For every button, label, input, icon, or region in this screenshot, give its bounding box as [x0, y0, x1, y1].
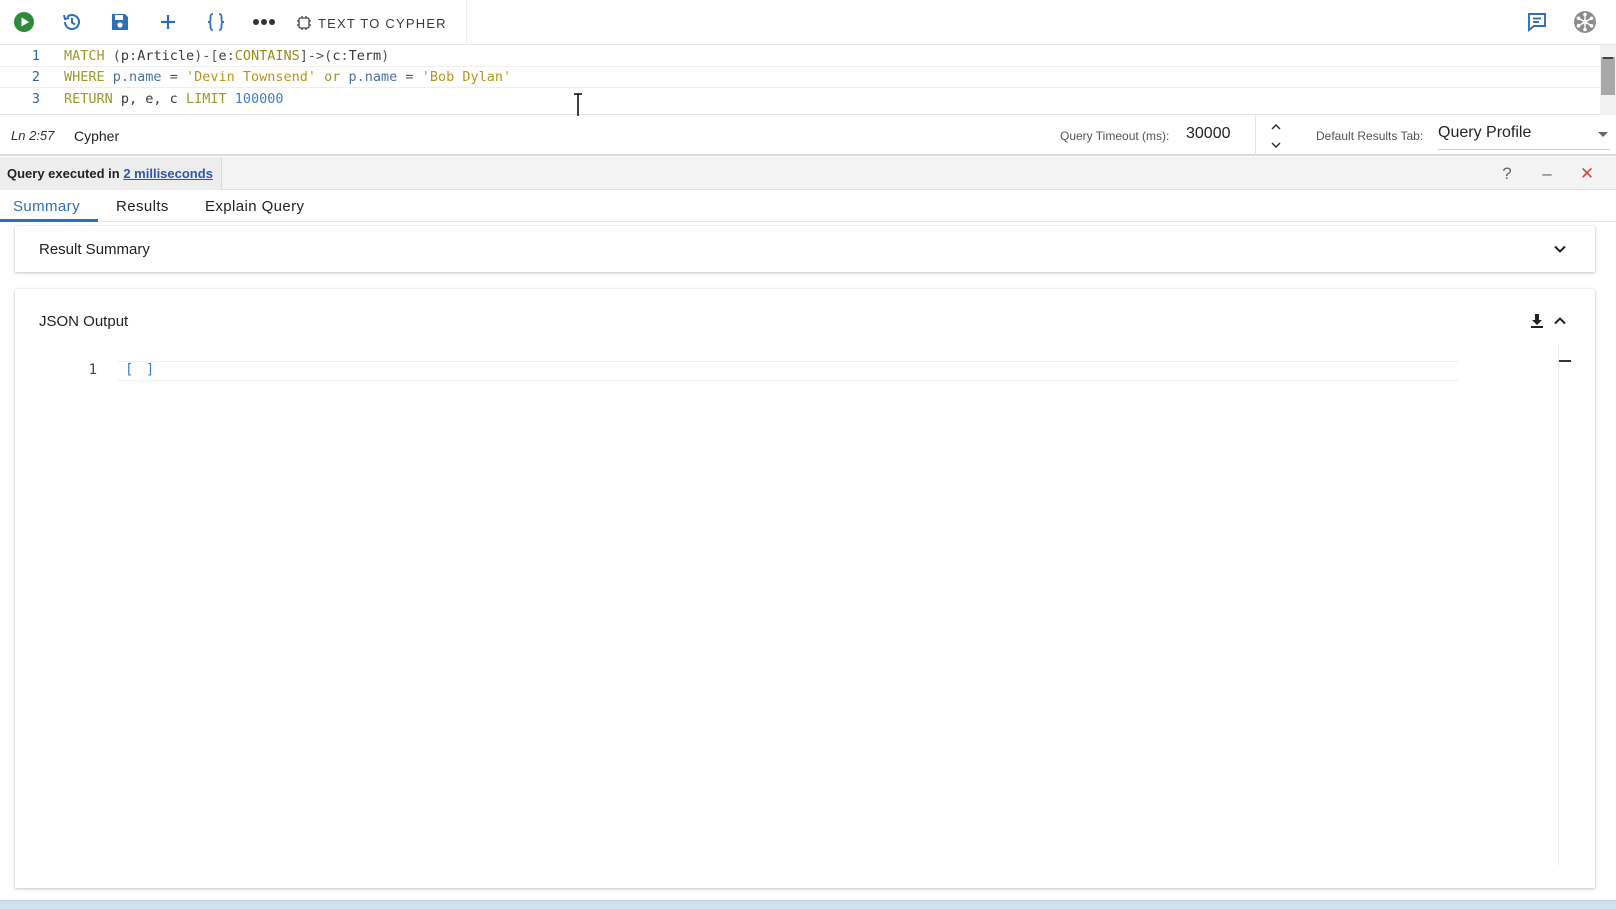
result-summary-title: Result Summary: [39, 241, 150, 258]
dropdown-caret-icon: [1598, 132, 1608, 137]
bottom-taskbar-strip: [0, 900, 1616, 909]
chevron-up-icon[interactable]: [1552, 313, 1568, 329]
toolbar-divider: [466, 0, 467, 45]
play-icon: [14, 12, 34, 32]
default-results-tab-label: Default Results Tab:: [1316, 129, 1424, 143]
editor-scrollbar-thumb[interactable]: [1601, 57, 1615, 95]
query-timeout-label: Query Timeout (ms):: [1060, 129, 1170, 143]
tab-results[interactable]: Results: [116, 190, 169, 222]
timeout-stepper: [1255, 116, 1295, 156]
help-icon: ?: [1502, 164, 1512, 183]
ai-chip-icon: [297, 16, 311, 30]
language-mode: Cypher: [74, 128, 120, 144]
editor-line-active: 2 WHERE p.name = 'Devin Townsend' or p.n…: [0, 66, 1600, 88]
editor-status-bar: Ln 2:57 Cypher Query Timeout (ms): 30000…: [0, 116, 1616, 156]
toolbar: TEXT TO CYPHER: [0, 0, 1616, 45]
timeout-decrement-button[interactable]: [1269, 138, 1283, 152]
results-tabs: Summary Results Explain Query: [0, 190, 1616, 222]
code-line-2: WHERE p.name = 'Devin Townsend' or p.nam…: [64, 69, 512, 85]
graph-settings-button[interactable]: [1572, 9, 1598, 35]
tab-summary[interactable]: Summary: [13, 190, 80, 222]
line-number: 3: [31, 91, 40, 107]
chevron-up-icon: [1271, 124, 1281, 130]
query-timeout-input[interactable]: 30000: [1186, 125, 1231, 143]
execution-info: Query executed in 2 milliseconds: [0, 157, 222, 190]
line-number: 2: [31, 69, 40, 85]
default-results-tab-value: Query Profile: [1438, 124, 1532, 141]
help-button[interactable]: ?: [1497, 164, 1517, 184]
tab-results-label: Results: [116, 197, 169, 215]
tab-summary-label: Summary: [13, 197, 80, 215]
more-horizontal-icon: [253, 19, 275, 25]
json-active-line: [118, 361, 1458, 381]
results-header: Query executed in 2 milliseconds ? – ✕: [0, 157, 1616, 190]
execution-info-label: Query executed in: [7, 166, 124, 181]
text-to-cypher-button[interactable]: TEXT TO CYPHER: [296, 12, 447, 34]
code-line-3: RETURN p, e, c LIMIT 100000: [64, 91, 284, 107]
cursor-position: Ln 2:57: [11, 128, 55, 143]
cursor-position-marker: [1603, 57, 1613, 59]
close-icon: ✕: [1579, 164, 1595, 183]
line-number: 1: [31, 48, 40, 64]
chat-message-icon: [1528, 13, 1546, 32]
minimize-button[interactable]: –: [1537, 164, 1557, 184]
curly-braces-icon: [207, 13, 225, 31]
query-editor[interactable]: 1 MATCH (p:Article)-[e:CONTAINS]->(c:Ter…: [0, 45, 1616, 115]
new-query-button[interactable]: [155, 9, 181, 35]
timeout-increment-button[interactable]: [1269, 120, 1283, 134]
save-button[interactable]: [107, 9, 133, 35]
text-to-cypher-label: TEXT TO CYPHER: [318, 15, 447, 31]
chevron-down-icon[interactable]: [1552, 241, 1568, 257]
run-query-button[interactable]: [11, 9, 37, 35]
history-button[interactable]: [59, 9, 85, 35]
more-options-button[interactable]: [251, 9, 277, 35]
download-icon[interactable]: [1529, 313, 1545, 329]
default-results-tab-select[interactable]: Query Profile: [1438, 122, 1610, 150]
result-summary-panel[interactable]: Result Summary: [15, 226, 1595, 272]
json-content: [ ]: [125, 362, 157, 378]
editor-line: 3 RETURN p, e, c LIMIT 100000: [0, 88, 1600, 110]
json-output-panel: JSON Output 1 [ ]: [15, 289, 1595, 888]
json-line-number: 1: [88, 362, 97, 378]
json-scroll-marker: [1559, 360, 1571, 362]
execution-time-link[interactable]: 2 milliseconds: [123, 166, 213, 181]
code-line-1: MATCH (p:Article)-[e:CONTAINS]->(c:Term): [64, 48, 390, 64]
parameters-button[interactable]: [203, 9, 229, 35]
minimize-icon: –: [1542, 164, 1552, 183]
tab-explain-query-label: Explain Query: [205, 197, 305, 215]
close-button[interactable]: ✕: [1577, 164, 1597, 184]
editor-line: 1 MATCH (p:Article)-[e:CONTAINS]->(c:Ter…: [0, 45, 1600, 67]
feedback-button[interactable]: [1524, 9, 1550, 35]
graph-network-icon: [1574, 11, 1596, 33]
json-scrollbar[interactable]: [1558, 345, 1559, 865]
plus-icon: [161, 15, 175, 29]
tab-explain-query[interactable]: Explain Query: [205, 190, 304, 222]
save-icon: [112, 14, 128, 30]
history-icon: [63, 14, 80, 30]
json-output-viewer[interactable]: 1 [ ]: [55, 361, 1458, 381]
json-output-title: JSON Output: [39, 313, 129, 330]
active-tab-indicator: [0, 219, 98, 222]
chevron-down-icon: [1271, 142, 1281, 148]
